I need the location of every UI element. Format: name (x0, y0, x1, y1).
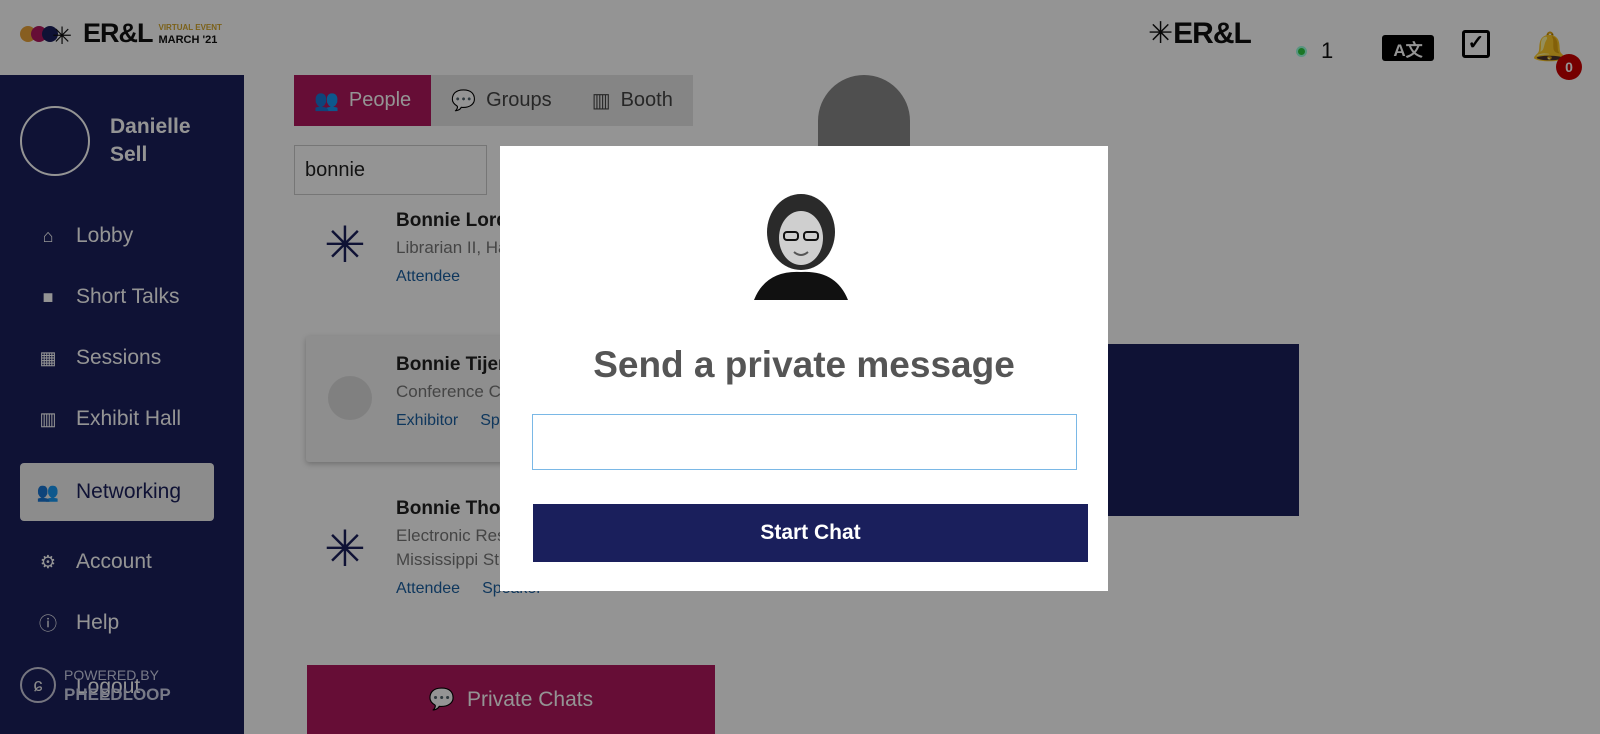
private-message-modal: Send a private message Start Chat (500, 146, 1108, 591)
recipient-avatar (746, 190, 856, 300)
message-input[interactable] (532, 414, 1077, 470)
start-chat-button[interactable]: Start Chat (533, 504, 1088, 562)
modal-title: Send a private message (593, 344, 1015, 385)
